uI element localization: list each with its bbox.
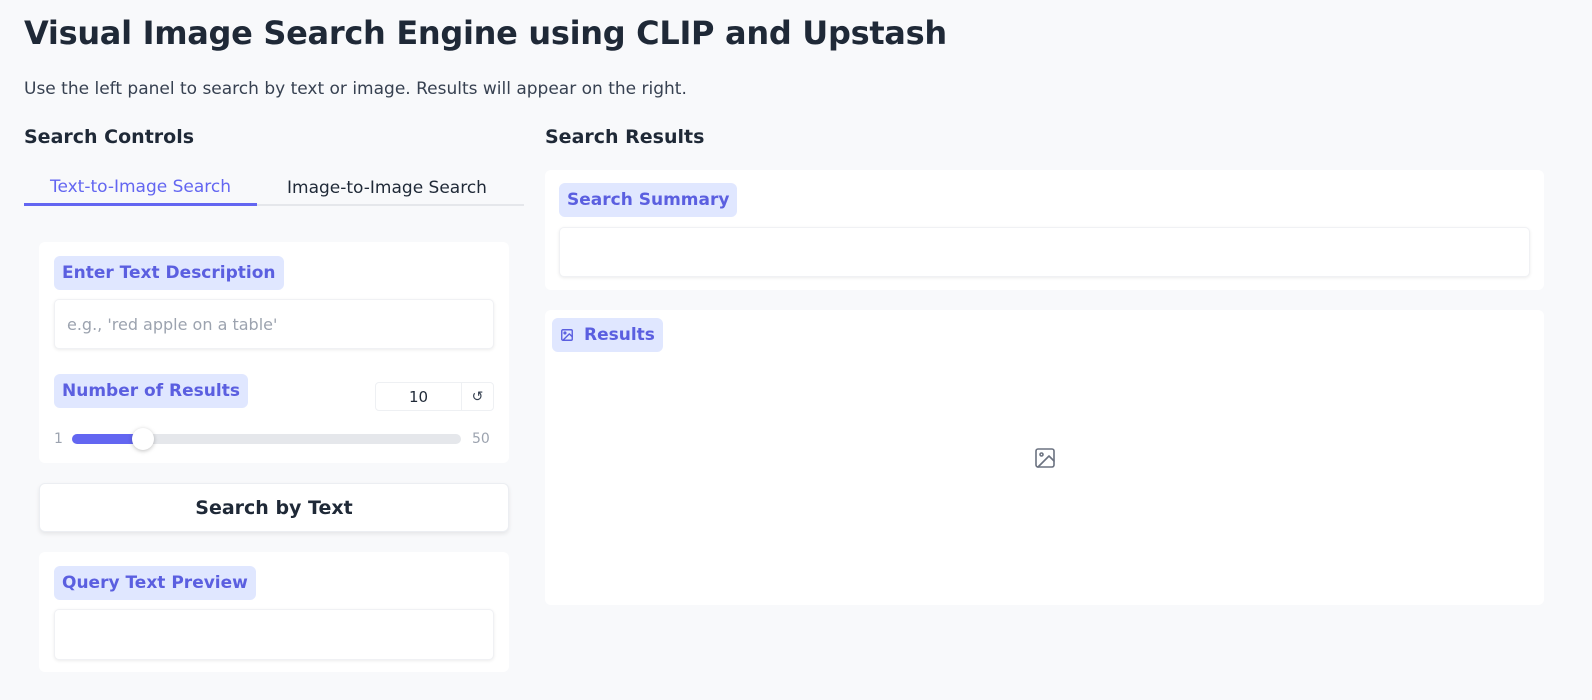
page-subtitle: Use the left panel to search by text or … [24,79,687,99]
text-description-label: Enter Text Description [54,256,284,290]
search-summary-field [559,227,1530,277]
query-preview-label: Query Text Preview [54,566,256,600]
query-preview-card: Query Text Preview [39,552,509,672]
search-summary-output[interactable] [560,228,1529,276]
search-by-text-button[interactable]: Search by Text [39,483,509,532]
search-controls-title: Search Controls [24,126,195,148]
num-results-slider[interactable] [72,428,461,450]
num-results-label: Number of Results [54,374,248,408]
results-label: Results [552,318,663,352]
search-mode-tabs: Text-to-Image Search Image-to-Image Sear… [24,170,524,206]
text-input-card: Enter Text Description Number of Results [39,242,509,463]
text-description-field [54,299,494,349]
num-results-value[interactable]: 10 [376,383,462,410]
search-results-title: Search Results [545,126,705,148]
image-icon [561,329,573,341]
query-preview-field [54,609,494,660]
query-preview-input[interactable] [55,610,493,659]
reset-button[interactable]: ↺ [462,383,493,410]
search-summary-label: Search Summary [559,183,738,217]
results-label-text: Results [584,325,655,345]
slider-max-label: 50 [472,431,490,447]
page-title: Visual Image Search Engine using CLIP an… [24,14,947,52]
tab-text-to-image[interactable]: Text-to-Image Search [24,170,257,206]
search-summary-card: Search Summary [545,170,1544,290]
num-results-stepper: 10 ↺ [375,382,494,411]
tab-image-to-image[interactable]: Image-to-Image Search [257,170,517,206]
text-description-input[interactable] [55,300,493,348]
empty-image-icon [1035,448,1055,468]
reset-icon: ↺ [471,388,484,405]
slider-min-label: 1 [54,431,63,447]
